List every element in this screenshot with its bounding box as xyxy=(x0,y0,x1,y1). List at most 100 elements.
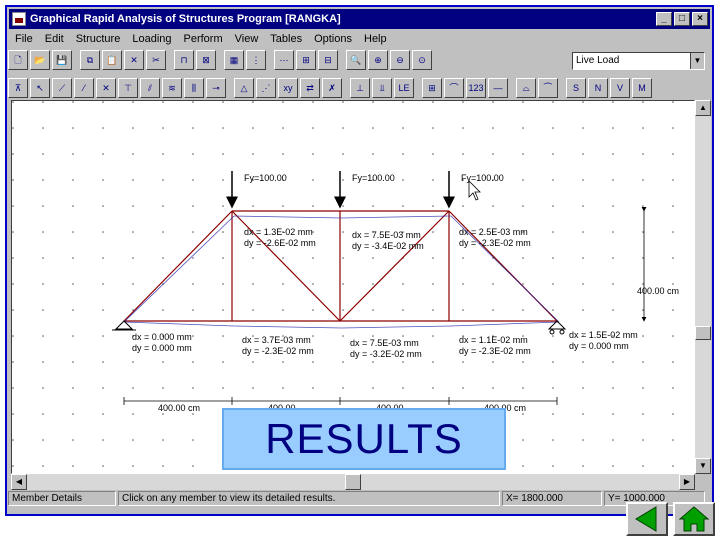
bottom-node-3-dy: dy = -3.2E-02 mm xyxy=(350,349,422,359)
menu-file[interactable]: File xyxy=(9,33,39,45)
span-dim-1: 400.00 cm xyxy=(158,403,200,413)
bottom-node-2-dy: dy = -2.3E-02 mm xyxy=(242,346,314,356)
shear-button[interactable]: S xyxy=(566,78,586,98)
truss-icon[interactable]: ⊠ xyxy=(196,50,216,70)
horizontal-scrollbar[interactable]: ◀ ▶ xyxy=(11,474,695,490)
dotted-grid-icon[interactable]: ⋯ xyxy=(274,50,294,70)
status-bar: Member Details Click on any member to vi… xyxy=(8,490,705,508)
save-icon[interactable]: 💾 xyxy=(52,50,72,70)
close-button[interactable]: × xyxy=(692,12,708,26)
title-bar[interactable]: Graphical Rapid Analysis of Structures P… xyxy=(9,9,710,29)
delete-member-icon[interactable]: ✕ xyxy=(96,78,116,98)
point-load-icon[interactable]: ⊥ xyxy=(350,78,370,98)
bottom-node-1-dx: dx = 0.000 mm xyxy=(132,332,192,342)
triangle-icon[interactable]: △ xyxy=(234,78,254,98)
bottom-node-3-dx: dx = 7.5E-03 mm xyxy=(350,338,419,348)
bottom-node-4-dy: dy = -2.3E-02 mm xyxy=(459,346,531,356)
load-label-1: Fy=100.00 xyxy=(244,173,287,183)
window-title: Graphical Rapid Analysis of Structures P… xyxy=(30,13,341,25)
vertical-scroll-thumb[interactable] xyxy=(695,326,711,340)
horizontal-scroll-thumb[interactable] xyxy=(345,474,361,490)
menu-tables[interactable]: Tables xyxy=(264,33,308,45)
cut-icon[interactable]: ✂ xyxy=(146,50,166,70)
pointer-icon[interactable]: ↖ xyxy=(30,78,50,98)
open-folder-icon[interactable]: 📂 xyxy=(30,50,50,70)
menu-help[interactable]: Help xyxy=(358,33,393,45)
rotate-icon[interactable]: ⊸ xyxy=(206,78,226,98)
minimize-button[interactable]: _ xyxy=(656,12,672,26)
v-button[interactable]: V xyxy=(610,78,630,98)
spring-icon[interactable]: ⫼ xyxy=(184,78,204,98)
frame-icon[interactable]: ⊓ xyxy=(174,50,194,70)
top-node-2-dx: dx = 7.5E-03 mm xyxy=(352,230,421,240)
support-pin-icon[interactable]: ⊼ xyxy=(8,78,28,98)
scroll-right-icon[interactable]: ▶ xyxy=(679,474,695,490)
node-numbering-icon[interactable]: ⋰ xyxy=(256,78,276,98)
home-button[interactable] xyxy=(673,502,715,536)
section-icon[interactable]: ⊤ xyxy=(118,78,138,98)
top-node-2-dy: dy = -3.4E-02 mm xyxy=(352,241,424,251)
line-icon[interactable]: — xyxy=(488,78,508,98)
zoom-plus-icon[interactable]: ⊕ xyxy=(368,50,388,70)
results-banner: RESULTS xyxy=(222,408,506,470)
member-table-icon[interactable]: ⊟ xyxy=(318,50,338,70)
numbering-results-icon[interactable]: 123 xyxy=(466,78,486,98)
deflected-icon[interactable]: ⌓ xyxy=(516,78,536,98)
zoom-out-icon[interactable]: ⊖ xyxy=(390,50,410,70)
height-dim-label: 400.00 cm xyxy=(637,286,679,296)
bottom-node-2-dx: dx = 3.7E-03 mm xyxy=(242,335,311,345)
menu-perform[interactable]: Perform xyxy=(178,33,229,45)
m-button[interactable]: M xyxy=(632,78,652,98)
node-icon[interactable]: ⊞ xyxy=(296,50,316,70)
status-section: Member Details xyxy=(8,491,116,506)
moment-icon[interactable]: ⌒ xyxy=(444,78,464,98)
app-icon[interactable] xyxy=(12,12,26,26)
menu-edit[interactable]: Edit xyxy=(39,33,70,45)
menu-structure[interactable]: Structure xyxy=(70,33,127,45)
menu-view[interactable]: View xyxy=(229,33,265,45)
copy-icon[interactable]: ⧉ xyxy=(80,50,100,70)
dropdown-arrow-icon[interactable]: ▼ xyxy=(690,53,704,69)
member-numbering-icon[interactable]: ⁄ xyxy=(74,78,94,98)
new-file-icon[interactable]: 🗋 xyxy=(8,50,28,70)
move-icon[interactable]: ⇄ xyxy=(300,78,320,98)
distributed-load-icon[interactable]: ⫫ xyxy=(372,78,392,98)
home-icon xyxy=(678,506,710,532)
top-node-1-dy: dy = -2.6E-02 mm xyxy=(244,238,316,248)
menu-bar: File Edit Structure Loading Perform View… xyxy=(9,30,710,48)
release-icon[interactable]: ⫽ xyxy=(140,78,160,98)
paste-icon[interactable]: 📋 xyxy=(102,50,122,70)
menu-loading[interactable]: Loading xyxy=(126,33,177,45)
bottom-node-1-dy: dy = 0.000 mm xyxy=(132,343,192,353)
reaction-icon[interactable]: ⏜ xyxy=(538,78,558,98)
load-case-select[interactable]: Live Load ▼ xyxy=(572,52,705,70)
back-button[interactable] xyxy=(626,502,668,536)
zoom-fit-icon[interactable]: ⊙ xyxy=(412,50,432,70)
delete-icon[interactable]: ✕ xyxy=(124,50,144,70)
top-node-3-dy: dy = -2.3E-02 mm xyxy=(459,238,531,248)
vertical-scrollbar[interactable]: ▲ ▼ xyxy=(695,100,711,474)
grid-select-icon[interactable]: ▦ xyxy=(224,50,244,70)
hinge-icon[interactable]: ≋ xyxy=(162,78,182,98)
normal-button[interactable]: N xyxy=(588,78,608,98)
xy-coordinates-icon[interactable]: xy xyxy=(278,78,298,98)
maximize-button[interactable]: □ xyxy=(674,12,690,26)
load-edit-icon[interactable]: LE xyxy=(394,78,414,98)
grid-icon[interactable]: ⋮ xyxy=(246,50,266,70)
status-hint: Click on any member to view its detailed… xyxy=(118,491,500,506)
load-case-value: Live Load xyxy=(576,55,620,66)
zoom-in-icon[interactable]: 🔍 xyxy=(346,50,366,70)
draw-member-icon[interactable]: ⟋ xyxy=(52,78,72,98)
bottom-node-5-dx: dx = 1.5E-02 mm xyxy=(569,330,638,340)
menu-options[interactable]: Options xyxy=(308,33,358,45)
grid-results-icon[interactable]: ⊞ xyxy=(422,78,442,98)
scroll-up-icon[interactable]: ▲ xyxy=(695,100,711,116)
load-label-3: Fy=100.00 xyxy=(461,173,504,183)
scroll-left-icon[interactable]: ◀ xyxy=(11,474,27,490)
back-arrow-icon xyxy=(635,506,657,532)
status-x-coordinate: X= 1800.000 xyxy=(502,491,602,506)
structure-toolbar: ⊼ ↖ ⟋ ⁄ ✕ ⊤ ⫽ ≋ ⫼ ⊸ △ ⋰ xy ⇄ ✗ ⊥ ⫫ LE ⊞ … xyxy=(8,76,654,100)
load-label-2: Fy=100.00 xyxy=(352,173,395,183)
mirror-icon[interactable]: ✗ xyxy=(322,78,342,98)
scroll-down-icon[interactable]: ▼ xyxy=(695,458,711,474)
